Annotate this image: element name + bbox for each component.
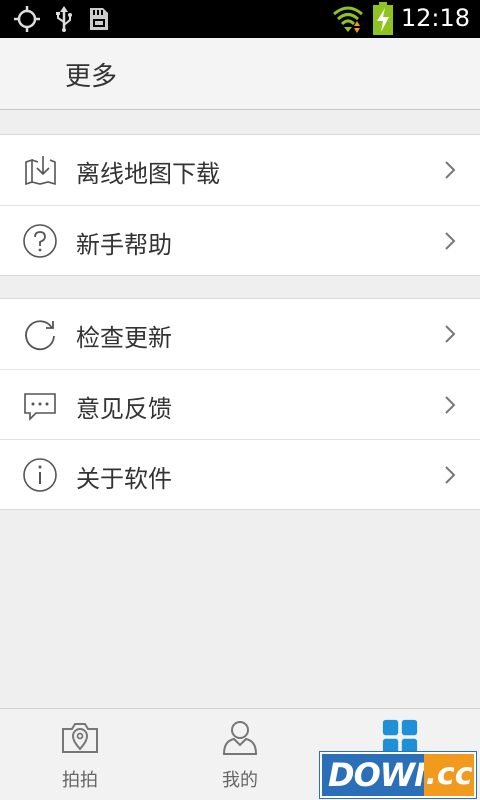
page-title: 更多 — [65, 62, 118, 92]
down-cc-watermark: DOWN .cc — [320, 752, 476, 798]
info-icon — [23, 458, 57, 492]
wifi-icon — [333, 6, 363, 33]
menu-group-2: 检查更新 意见反馈 关于软件 — [0, 298, 480, 510]
menu-item-check-update[interactable]: 检查更新 — [0, 299, 480, 369]
usb-icon — [56, 6, 72, 32]
app-header: 更多 — [0, 38, 480, 110]
chevron-right-icon — [445, 161, 456, 179]
chevron-right-icon — [445, 232, 456, 250]
menu-label: 意见反馈 — [76, 395, 172, 423]
clock: 12:18 — [400, 4, 470, 32]
menu-label: 检查更新 — [76, 324, 172, 352]
user-icon — [222, 721, 258, 755]
tab-label: 拍拍 — [62, 770, 98, 791]
chevron-right-icon — [445, 466, 456, 484]
menu-label: 离线地图下载 — [76, 160, 220, 188]
menu-item-offline-map[interactable]: 离线地图下载 — [0, 135, 480, 205]
help-icon — [23, 224, 57, 258]
menu-label: 关于软件 — [76, 465, 172, 493]
menu-label: 新手帮助 — [76, 231, 172, 259]
offline-map-download-icon — [25, 156, 56, 186]
grid-icon — [382, 719, 418, 755]
battery-charging-icon — [373, 2, 393, 35]
menu-item-about[interactable]: 关于软件 — [0, 439, 480, 509]
menu-item-help[interactable]: 新手帮助 — [0, 205, 480, 275]
menu-item-feedback[interactable]: 意见反馈 — [0, 369, 480, 439]
chevron-right-icon — [445, 325, 456, 343]
gps-icon — [14, 6, 40, 32]
feedback-icon — [24, 393, 56, 421]
tab-mine[interactable]: 我的 — [160, 709, 320, 800]
refresh-icon — [25, 320, 55, 351]
tab-label: 我的 — [222, 770, 258, 791]
sd-card-icon — [90, 8, 108, 30]
watermark-suffix: .cc — [424, 754, 474, 796]
status-bar: 12:18 — [0, 0, 480, 38]
tab-paipai[interactable]: 拍拍 — [0, 709, 160, 800]
chevron-right-icon — [445, 396, 456, 414]
menu-group-1: 离线地图下载 新手帮助 — [0, 134, 480, 276]
camera-location-icon — [62, 723, 98, 753]
